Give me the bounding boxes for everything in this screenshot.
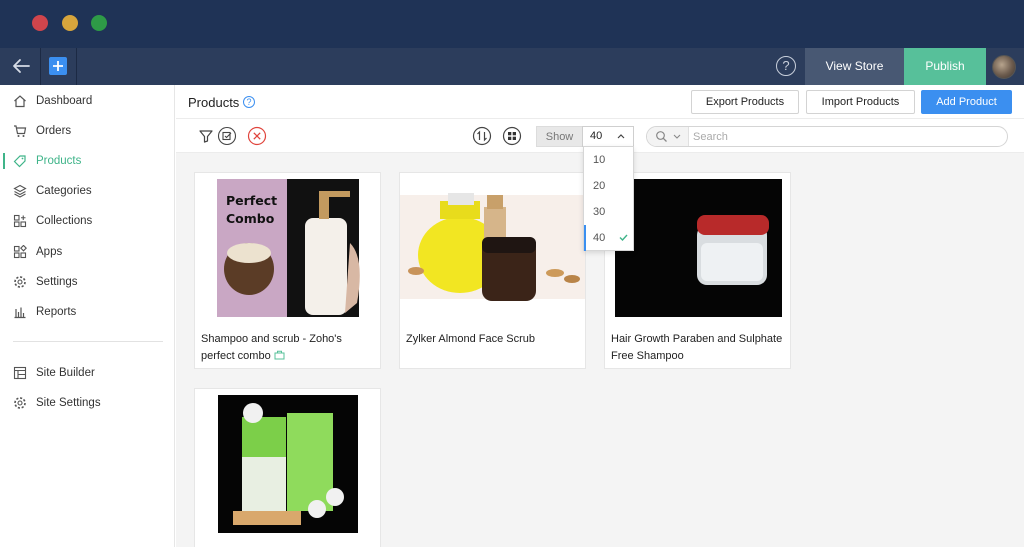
window-titlebar: [0, 0, 1024, 48]
sidebar: Dashboard Orders Products Categories Col…: [3, 85, 175, 547]
sidebar-item-collections[interactable]: Collections: [3, 207, 175, 235]
page-title: Products: [188, 95, 240, 110]
product-name: Zylker Almond Face Scrub: [406, 333, 535, 345]
sidebar-item-dashboard[interactable]: Dashboard: [3, 87, 175, 115]
sidebar-item-reports[interactable]: Reports: [3, 298, 175, 326]
sidebar-item-products[interactable]: Products: [3, 147, 175, 175]
chevron-up-icon: [617, 134, 625, 139]
page-header: Products ? Export Products Import Produc…: [176, 85, 1024, 119]
import-products-button[interactable]: Import Products: [806, 90, 915, 114]
product-card[interactable]: Perfect Combo Shampoo and scrub - Zoho's…: [194, 172, 381, 369]
topbar-divider: [76, 48, 77, 85]
search-input[interactable]: [693, 129, 993, 144]
grid-plus-icon: [13, 214, 27, 228]
sidebar-item-apps[interactable]: Apps: [3, 238, 175, 266]
close-window-button[interactable]: [32, 15, 48, 31]
page-size-option-40[interactable]: 40: [584, 225, 633, 251]
sidebar-item-orders[interactable]: Orders: [3, 117, 175, 145]
sidebar-item-label: Site Builder: [36, 367, 95, 379]
page-size-dropdown: 10 20 30 40: [583, 146, 634, 251]
sidebar-item-label: Products: [36, 155, 82, 167]
product-image-text: Perfect: [226, 193, 278, 208]
product-card[interactable]: [194, 388, 381, 547]
topbar-divider: [40, 48, 41, 85]
sidebar-item-site-builder[interactable]: Site Builder: [3, 359, 175, 387]
maximize-window-button[interactable]: [91, 15, 107, 31]
product-image: Perfect Combo: [195, 173, 380, 323]
sidebar-item-label: Collections: [36, 215, 93, 227]
page-size-label: Show: [536, 126, 582, 147]
gear-icon: [14, 397, 26, 409]
apps-icon: [13, 245, 27, 259]
help-icon[interactable]: ?: [243, 96, 255, 108]
create-new-button[interactable]: [49, 57, 67, 75]
sidebar-item-site-settings[interactable]: Site Settings: [3, 389, 175, 417]
page-size-value: 40: [590, 130, 603, 142]
help-button[interactable]: ?: [776, 56, 796, 76]
sidebar-item-label: Orders: [36, 125, 72, 137]
filter-icon[interactable]: [196, 126, 216, 146]
app-topbar: ? View Store Publish: [0, 48, 1024, 85]
cart-icon: [14, 125, 27, 137]
product-name: Hair Growth Paraben and Sulphate Free Sh…: [611, 333, 783, 362]
sidebar-item-label: Dashboard: [36, 95, 93, 107]
user-avatar[interactable]: [992, 55, 1016, 79]
product-image-text: Combo: [226, 211, 275, 226]
page-size-option-label: 40: [593, 232, 606, 244]
grid-view-icon[interactable]: [502, 126, 522, 146]
page-size-select[interactable]: 40: [582, 126, 634, 147]
page-size-option-20[interactable]: 20: [584, 173, 633, 199]
back-arrow-icon[interactable]: [10, 56, 32, 76]
sidebar-item-settings[interactable]: Settings: [3, 268, 175, 296]
search-scope-dropdown[interactable]: [647, 127, 689, 146]
export-products-button[interactable]: Export Products: [691, 90, 799, 114]
view-store-button[interactable]: View Store: [805, 48, 904, 85]
search-bar: [646, 126, 1008, 147]
product-image: [400, 173, 585, 323]
check-icon: [619, 234, 628, 241]
tag-icon: [13, 155, 26, 168]
sidebar-divider: [13, 341, 163, 342]
product-card[interactable]: Zylker Almond Face Scrub: [399, 172, 586, 369]
plus-icon: [53, 61, 63, 71]
bar-chart-icon: [14, 307, 26, 319]
sidebar-item-label: Categories: [36, 185, 92, 197]
home-icon: [14, 95, 26, 108]
product-image: [195, 389, 380, 547]
sidebar-item-label: Settings: [36, 276, 78, 288]
publish-button[interactable]: Publish: [904, 48, 986, 85]
sidebar-item-label: Site Settings: [36, 397, 101, 409]
add-product-button[interactable]: Add Product: [921, 90, 1012, 114]
chevron-down-icon: [673, 134, 681, 139]
gear-icon: [14, 276, 26, 288]
bundle-icon: [274, 350, 285, 360]
product-name-text: Shampoo and scrub - Zoho's perfect combo: [201, 333, 342, 362]
page-size-option-30[interactable]: 30: [584, 199, 633, 225]
page-size-option-10[interactable]: 10: [584, 147, 633, 173]
bulk-edit-icon[interactable]: [217, 126, 237, 146]
layers-icon: [13, 184, 27, 198]
sidebar-item-label: Reports: [36, 306, 77, 318]
sort-icon[interactable]: [472, 126, 492, 146]
sidebar-item-categories[interactable]: Categories: [3, 177, 175, 205]
layout-icon: [13, 366, 27, 380]
product-name: Shampoo and scrub - Zoho's perfect combo: [201, 331, 376, 365]
minimize-window-button[interactable]: [62, 15, 78, 31]
clear-filter-icon[interactable]: [247, 126, 267, 146]
search-icon: [656, 131, 667, 142]
sidebar-item-label: Apps: [36, 246, 63, 258]
